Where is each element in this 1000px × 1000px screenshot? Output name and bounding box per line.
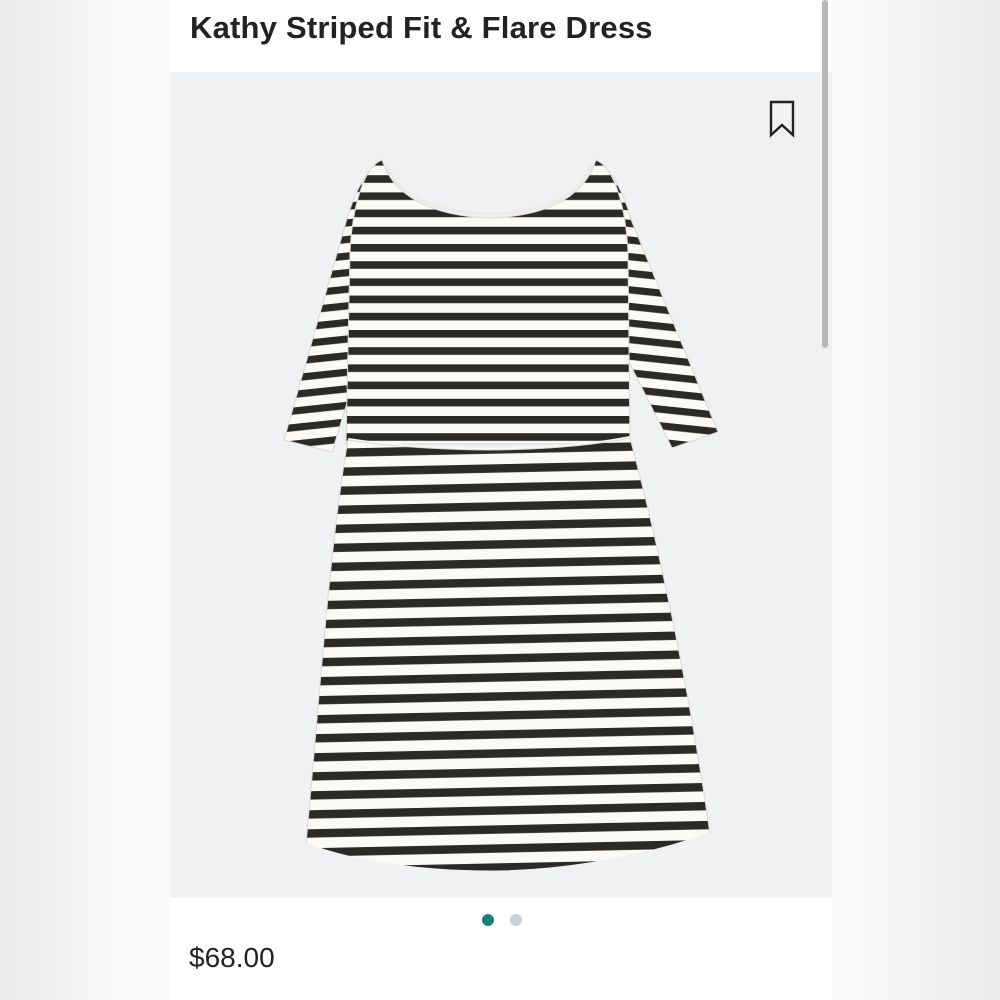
product-title: Kathy Striped Fit & Flare Dress xyxy=(190,10,653,45)
carousel-dot-2[interactable] xyxy=(510,914,522,926)
bookmark-button[interactable] xyxy=(768,100,796,138)
product-image-carousel[interactable] xyxy=(170,72,832,898)
title-bar: Kathy Striped Fit & Flare Dress xyxy=(170,0,832,72)
product-panel: Kathy Striped Fit & Flare Dress $68.00 xyxy=(170,0,832,1000)
carousel-indicator xyxy=(170,908,832,932)
scrollbar-thumb[interactable] xyxy=(822,0,828,348)
dress-skirt xyxy=(305,437,711,873)
bookmark-icon xyxy=(769,100,795,138)
product-image[interactable] xyxy=(170,72,832,898)
product-price: $68.00 xyxy=(189,942,275,973)
carousel-dot-1[interactable] xyxy=(482,914,494,926)
dress-bodice xyxy=(345,159,631,445)
